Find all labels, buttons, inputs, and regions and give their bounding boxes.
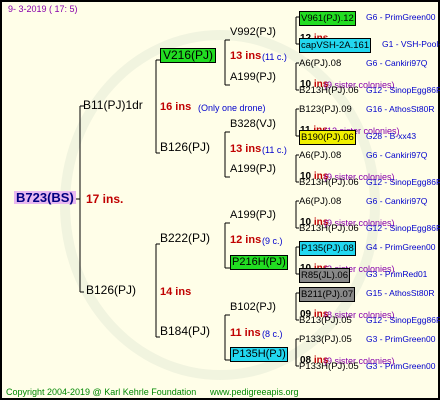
gen4-info-6: G6 - Cankiri97Q [366, 150, 428, 160]
gen2-label-0: V216(PJ) [160, 48, 217, 63]
gen4-label-11: R85(JL).06 [299, 268, 350, 283]
gen2-note-1: (11 c.) [262, 145, 287, 155]
gen4-info-2: G6 - Cankiri97Q [366, 58, 428, 68]
gen4-info-5: G28 - B-xx43 [366, 131, 417, 141]
gen2-note-3: (8 c.) [262, 329, 283, 339]
gen3-label-7: P135H(PJ) [230, 347, 288, 362]
gen4-label-15: P133H(PJ).05 [299, 361, 359, 372]
gen3-label-1: A199(PJ) [230, 71, 276, 83]
gen4-info-9: G12 - SinopEgg86R [366, 223, 440, 233]
root-queen: B723(BS) [14, 190, 76, 205]
gen2-label-3: B184(PJ) [160, 324, 211, 338]
gen1-bottom-label: B126(PJ) [86, 283, 137, 297]
gen2-label-2: B222(PJ) [160, 231, 211, 245]
gen2-ins-2: 12 ins [230, 234, 262, 246]
gen4-label-4: B123(PJ).09 [299, 104, 352, 115]
gen3-label-0: V992(PJ) [230, 26, 276, 38]
gen4-label-12: B211(PJ).07 [299, 287, 356, 302]
gen4-label-0: V961(PJ).12 [299, 11, 356, 26]
gen1-bottom-ins: 14 ins [160, 286, 192, 298]
gen4-label-3: B213H(PJ).06 [299, 85, 359, 96]
gen4-info-12: G15 - AthosSt80R [366, 288, 435, 298]
gen3-label-3: A199(PJ) [230, 163, 276, 175]
gen4-info-4: G16 - AthosSt80R [366, 104, 435, 114]
gen4-info-7: G12 - SinopEgg86R [366, 177, 440, 187]
footer-copyright: Copyright 2004-2019 @ Karl Kehrle Founda… [6, 387, 197, 397]
gen4-info-13: G12 - SinopEgg86R [366, 315, 440, 325]
gen4-label-6: A6(PJ).08 [299, 150, 342, 161]
gen4-label-8: A6(PJ).08 [299, 196, 342, 207]
gen3-label-6: B102(PJ) [230, 301, 276, 313]
gen3-label-5: P216H(PJ) [230, 255, 288, 270]
gen4-info-11: G3 - PrimRed01 [366, 269, 428, 279]
gen3-label-4: A199(PJ) [230, 209, 276, 221]
gen4-info-15: G3 - PrimGreen00 [366, 361, 436, 371]
date-stamp: 9- 3-2019 ( 17: 5) [8, 4, 78, 14]
gen1-top-ins: 16 ins [160, 101, 192, 113]
gen2-note-2: (9 c.) [262, 236, 283, 246]
gen4-label-14: P133(PJ).05 [299, 334, 352, 345]
gen2-ins-0: 13 ins [230, 50, 262, 62]
gen3-label-2: B328(VJ) [230, 118, 276, 130]
gen2-ins-1: 13 ins [230, 143, 262, 155]
gen4-info-0: G6 - PrimGreen00 [366, 12, 436, 22]
gen4-label-2: A6(PJ).08 [299, 58, 342, 69]
gen4-info-10: G4 - PrimGreen00 [366, 242, 436, 252]
root-ins: 17 ins. [86, 192, 124, 206]
gen1-top-note: (Only one drone) [198, 103, 266, 113]
gen4-info-14: G3 - PrimGreen00 [366, 334, 436, 344]
gen4-info-1: G1 - VSH-Pool-AR [382, 39, 440, 49]
gen4-info-8: G6 - Cankiri97Q [366, 196, 428, 206]
footer-site: www.pedigreeapis.org [210, 387, 299, 397]
gen4-label-10: P135(PJ).08 [299, 241, 356, 256]
gen2-label-1: B126(PJ) [160, 140, 211, 154]
gen4-label-5: B190(PJ).06 [299, 130, 356, 145]
gen4-label-7: B213H(PJ).06 [299, 177, 359, 188]
gen4-label-13: B213(PJ).05 [299, 315, 352, 326]
gen2-ins-3: 11 ins [230, 327, 261, 339]
gen4-label-1: capVSH-2A.161 [299, 38, 372, 53]
gen4-label-9: B213H(PJ).06 [299, 223, 359, 234]
gen2-note-0: (11 c.) [262, 52, 287, 62]
gen1-top-label: B11(PJ)1dr [83, 98, 143, 112]
gen4-info-3: G12 - SinopEgg86R [366, 85, 440, 95]
